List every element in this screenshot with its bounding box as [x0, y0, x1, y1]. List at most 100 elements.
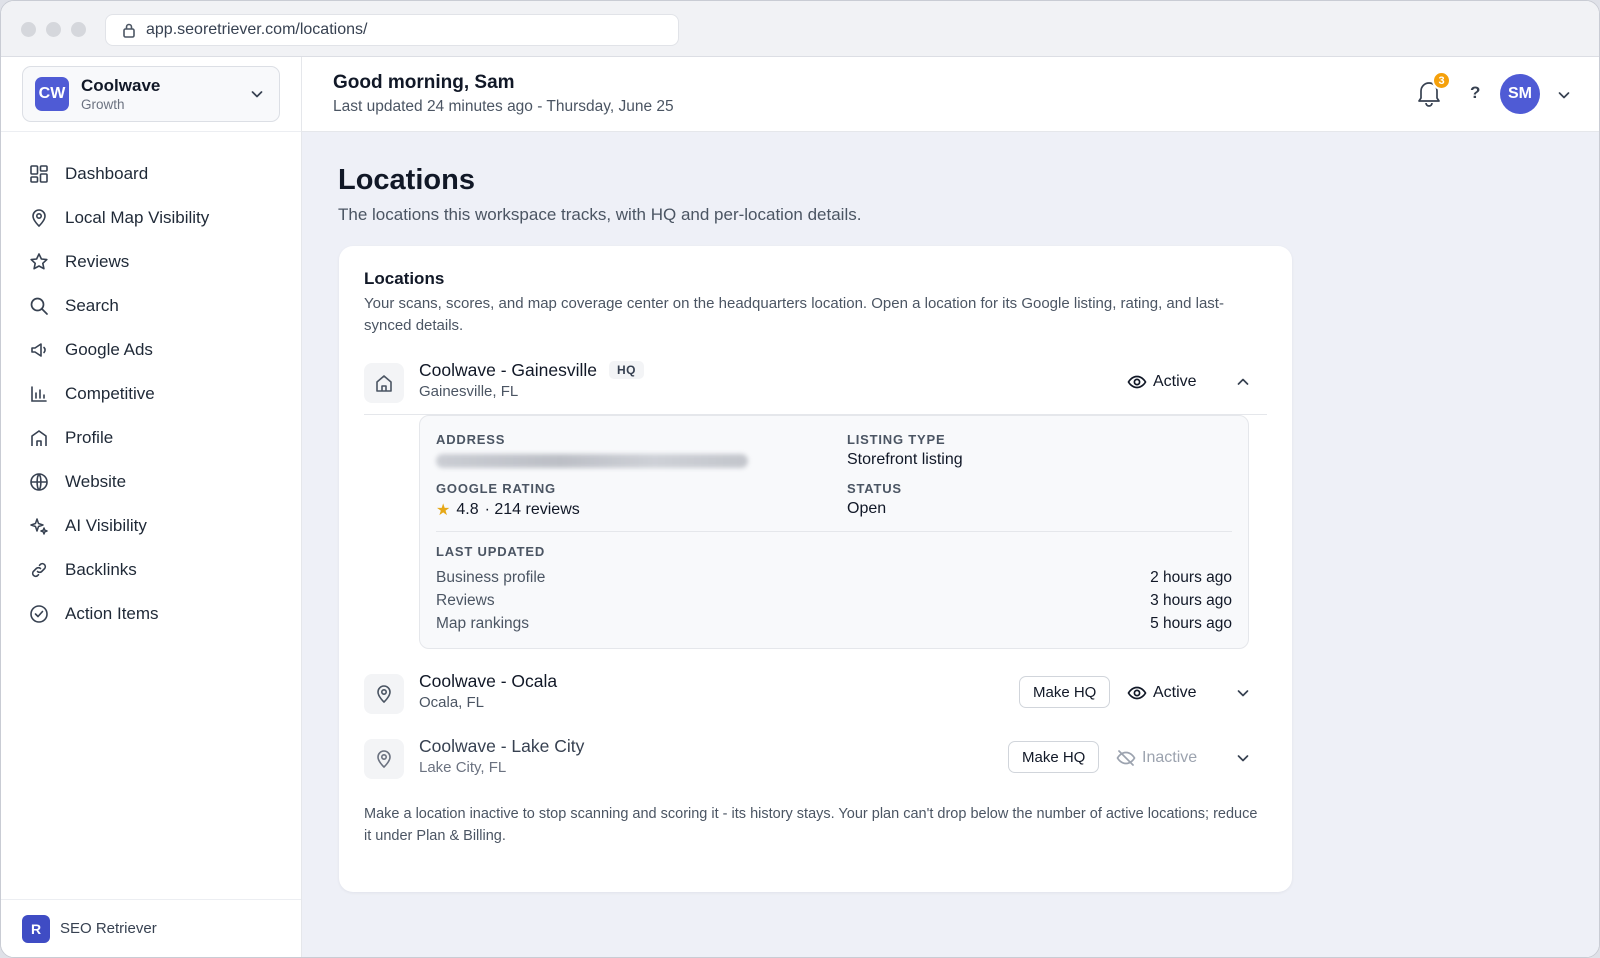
last-updated-label: LAST UPDATED	[436, 544, 546, 559]
search-icon	[30, 297, 48, 315]
sync-item-time: 3 hours ago	[1150, 592, 1232, 609]
sparkle-icon	[30, 518, 48, 535]
status-label: Active	[1153, 373, 1197, 390]
sidebar-item-website[interactable]: Website	[1, 460, 301, 504]
google-rating-label: GOOGLE RATING	[436, 481, 556, 496]
bar-chart-icon	[31, 386, 47, 402]
help-button[interactable]: ?	[1470, 83, 1480, 103]
url-text: app.seoretriever.com/locations/	[146, 21, 368, 38]
brand-name: SEO Retriever	[60, 920, 157, 937]
location-city: Gainesville, FL	[419, 383, 519, 400]
address-label: ADDRESS	[436, 432, 506, 447]
hq-badge: HQ	[609, 361, 644, 379]
sidebar-item-competitive[interactable]: Competitive	[1, 372, 301, 416]
card-title: Locations	[364, 269, 445, 288]
map-pin-icon	[32, 209, 46, 228]
sync-item-label: Map rankings	[436, 615, 530, 632]
chevron-down-icon[interactable]	[1235, 685, 1251, 701]
star-icon	[30, 253, 48, 270]
home-icon	[376, 375, 392, 392]
chevron-down-icon[interactable]	[1556, 87, 1572, 103]
lock-icon	[123, 23, 135, 38]
address-bar[interactable]: app.seoretriever.com/locations/	[105, 14, 679, 46]
last-updated-row: Business profile 2 hours ago	[436, 569, 1232, 591]
sidebar-item-ai-visibility[interactable]: AI Visibility	[1, 504, 301, 548]
card-description: Your scans, scores, and map coverage cen…	[364, 295, 1224, 334]
rating-value: 4.8	[456, 501, 479, 518]
maximize-window-dot[interactable]	[71, 22, 86, 37]
listing-type-label: LISTING TYPE	[847, 432, 946, 447]
star-icon: ★	[436, 502, 451, 519]
workspace-logo: CW	[35, 77, 69, 111]
chevron-down-icon[interactable]	[1235, 750, 1251, 766]
status-toggle[interactable]: Active	[1127, 683, 1197, 703]
google-rating: ★ 4.8 · 214 reviews	[436, 500, 580, 520]
sidebar-item-label: Competitive	[65, 384, 155, 403]
last-updated-text: Last updated 24 minutes ago - Thursday, …	[333, 98, 674, 115]
location-name: Coolwave - Ocala	[419, 671, 558, 691]
page-title: Locations	[338, 164, 475, 196]
top-bar: Good morning, Sam Last updated 24 minute…	[302, 57, 1599, 132]
sync-item-time: 2 hours ago	[1150, 569, 1232, 586]
sync-item-label: Business profile	[436, 569, 546, 586]
sidebar-item-label: Action Items	[65, 604, 159, 623]
location-row-ocala[interactable]: Coolwave - Ocala Ocala, FL Make HQ Activ…	[364, 668, 1267, 724]
grid-icon	[30, 165, 48, 183]
browser-window: app.seoretriever.com/locations/ CW Coolw…	[0, 0, 1600, 958]
sidebar-item-label: Backlinks	[65, 560, 137, 579]
page-subtitle: The locations this workspace tracks, wit…	[338, 205, 862, 224]
sidebar-item-label: Google Ads	[65, 340, 153, 359]
sidebar-item-dashboard[interactable]: Dashboard	[1, 152, 301, 196]
sidebar-item-google-ads[interactable]: Google Ads	[1, 328, 301, 372]
sidebar-item-search[interactable]: Search	[1, 284, 301, 328]
sidebar-item-local-map-visibility[interactable]: Local Map Visibility	[1, 196, 301, 240]
status-label: STATUS	[847, 481, 902, 496]
chevron-up-icon[interactable]	[1235, 374, 1251, 390]
sidebar-item-label: Local Map Visibility	[65, 208, 210, 227]
last-updated-row: Reviews 3 hours ago	[436, 592, 1232, 614]
sidebar-item-reviews[interactable]: Reviews	[1, 240, 301, 284]
location-icon-box	[364, 739, 404, 779]
location-name: Coolwave - Lake City	[419, 736, 585, 756]
make-hq-button[interactable]: Make HQ	[1008, 741, 1100, 773]
sync-item-time: 5 hours ago	[1150, 615, 1232, 632]
close-window-dot[interactable]	[21, 22, 36, 37]
locations-card: Locations Your scans, scores, and map co…	[339, 246, 1292, 892]
location-details-panel: ADDRESS LISTING TYPE Storefront listing …	[419, 415, 1249, 649]
sync-item-label: Reviews	[436, 592, 495, 609]
sidebar-item-label: Dashboard	[65, 164, 149, 183]
map-pin-icon	[377, 750, 391, 769]
check-circle-icon	[30, 605, 48, 623]
sidebar-item-backlinks[interactable]: Backlinks	[1, 548, 301, 592]
status-label: Active	[1153, 684, 1197, 701]
avatar[interactable]: SM	[1500, 74, 1540, 114]
location-row-lake-city[interactable]: Coolwave - Lake City Lake City, FL Make …	[364, 733, 1267, 789]
minimize-window-dot[interactable]	[46, 22, 61, 37]
card-footnote: Make a location inactive to stop scannin…	[364, 806, 1258, 844]
main-content: Locations The locations this workspace t…	[302, 132, 1599, 957]
listing-type-value: Storefront listing	[847, 451, 963, 468]
review-count: · 214 reviews	[484, 501, 580, 518]
sidebar-item-profile[interactable]: Profile	[1, 416, 301, 460]
greeting: Good morning, Sam	[333, 72, 515, 93]
storefront-icon	[31, 430, 47, 446]
brand-logo: R	[22, 914, 50, 943]
browser-titlebar: app.seoretriever.com/locations/	[1, 1, 1599, 57]
location-icon-box	[364, 674, 404, 714]
sidebar-item-label: Profile	[65, 428, 114, 447]
sidebar-item-label: AI Visibility	[65, 516, 147, 535]
make-hq-button[interactable]: Make HQ	[1019, 676, 1111, 708]
chevron-down-icon	[251, 91, 263, 98]
status-toggle[interactable]: Active	[1127, 372, 1197, 392]
workspace-switcher[interactable]: CW Coolwave Growth	[22, 66, 280, 122]
map-pin-icon	[377, 685, 391, 704]
divider	[436, 531, 1232, 532]
sidebar-item-label: Search	[65, 296, 119, 315]
eye-icon	[1127, 686, 1147, 700]
globe-icon	[30, 473, 48, 491]
location-row-gainesville[interactable]: Coolwave - Gainesville HQ Gainesville, F…	[364, 357, 1267, 413]
sidebar-item-action-items[interactable]: Action Items	[1, 592, 301, 636]
status-toggle[interactable]: Inactive	[1116, 748, 1197, 768]
location-name: Coolwave - Gainesville	[419, 360, 597, 380]
sidebar-footer: R SEO Retriever	[1, 899, 301, 957]
